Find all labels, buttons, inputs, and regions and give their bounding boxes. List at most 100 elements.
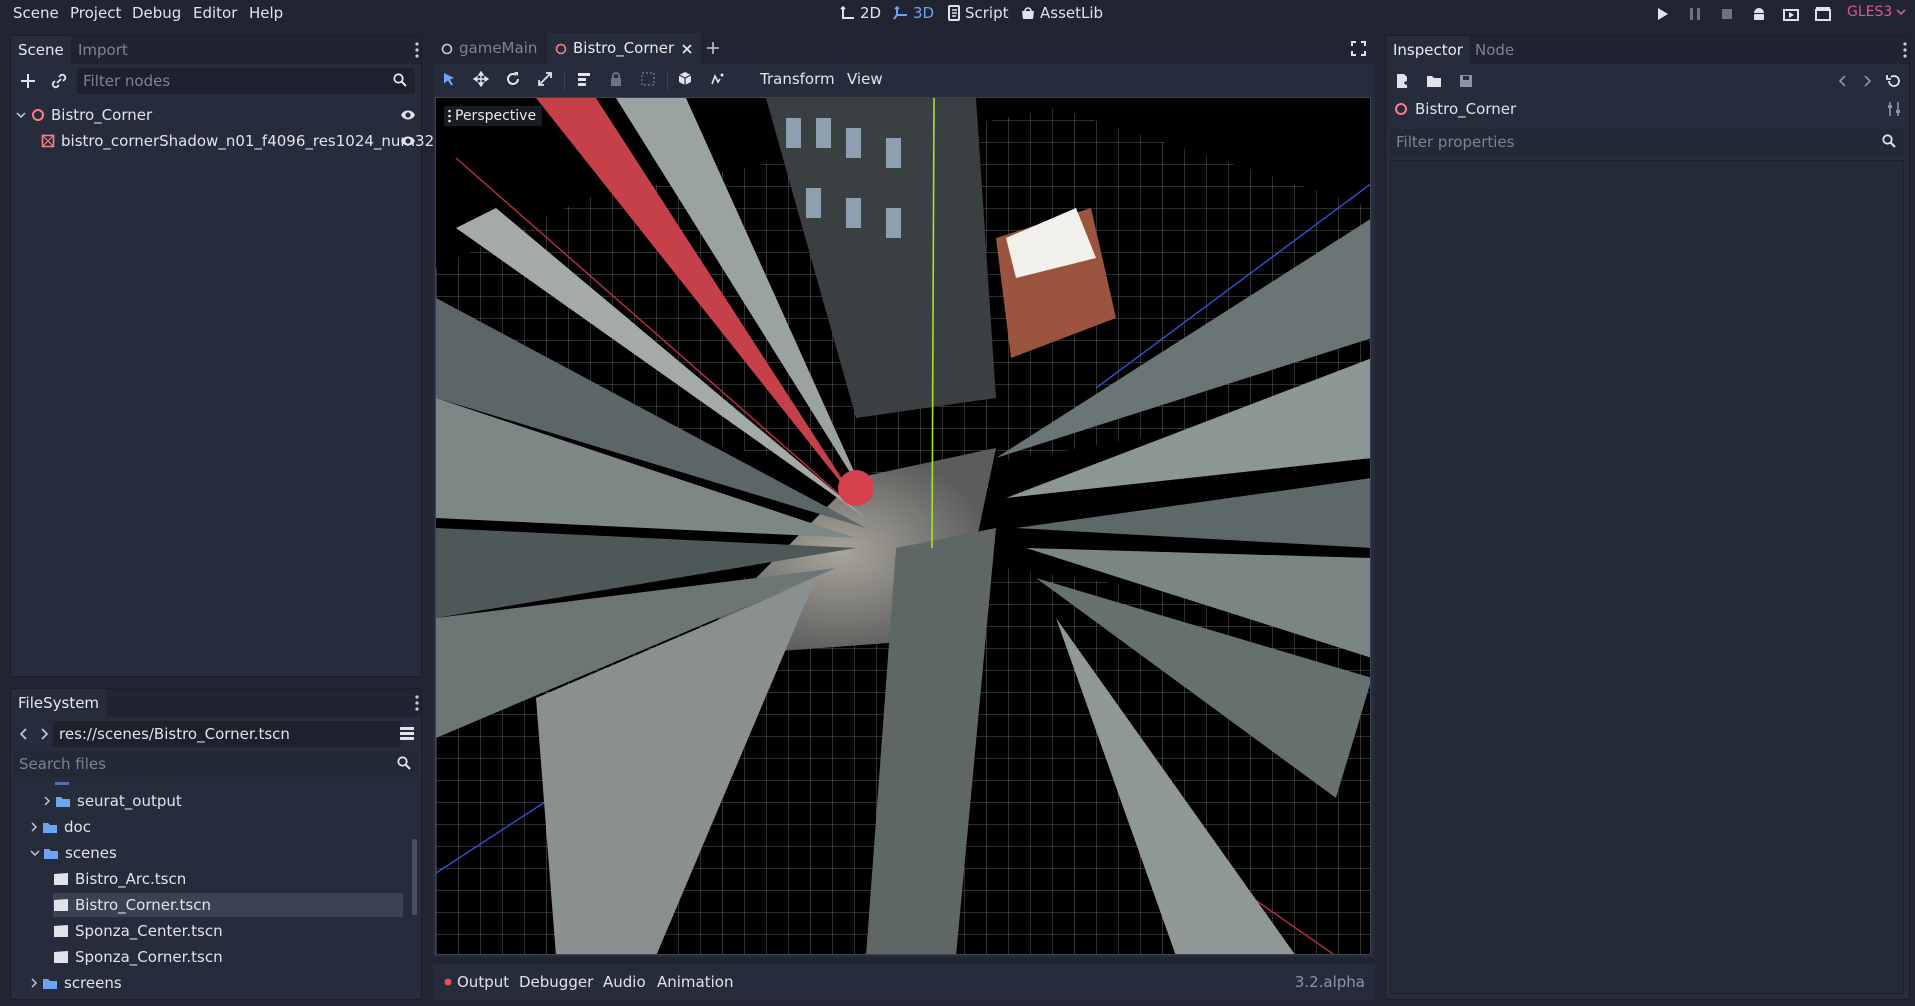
tab-import[interactable]: Import bbox=[71, 36, 135, 64]
file-tree-item[interactable]: doc bbox=[30, 815, 400, 839]
transform-menu[interactable]: Transform bbox=[760, 70, 835, 88]
play-icon[interactable] bbox=[1654, 6, 1670, 22]
3d-viewport[interactable]: Perspective bbox=[435, 97, 1371, 955]
menu-debug[interactable]: Debug bbox=[132, 4, 181, 22]
menu-project[interactable]: Project bbox=[70, 4, 121, 22]
debugger-tab[interactable]: Debugger bbox=[519, 973, 593, 991]
workspace-assetlib-button[interactable]: AssetLib bbox=[1020, 4, 1103, 22]
menu-editor[interactable]: Editor bbox=[193, 4, 237, 22]
tab-node[interactable]: Node bbox=[1468, 36, 1521, 64]
save-icon[interactable] bbox=[1458, 73, 1474, 89]
file-tree: seurat_output doc scenes Bistro_Arc.tscn… bbox=[11, 782, 411, 999]
search-files-input[interactable]: Search files bbox=[13, 751, 419, 777]
tab-scene[interactable]: Scene bbox=[11, 36, 71, 64]
open-folder-icon[interactable] bbox=[1426, 73, 1442, 89]
chevron-down-icon[interactable] bbox=[16, 111, 26, 119]
workspace-script-button[interactable]: Script bbox=[947, 4, 1009, 22]
play-scene-icon[interactable] bbox=[1783, 6, 1799, 22]
node-label: Bistro_Corner bbox=[51, 106, 153, 124]
history-forward-icon[interactable] bbox=[1862, 74, 1872, 88]
file-list-mode-icon[interactable] bbox=[399, 725, 415, 741]
play-custom-scene-icon[interactable] bbox=[1815, 6, 1831, 22]
scale-tool-icon[interactable] bbox=[537, 71, 557, 91]
history-back-icon[interactable] bbox=[1838, 74, 1848, 88]
object-properties-icon[interactable] bbox=[1886, 101, 1902, 117]
audio-tab[interactable]: Audio bbox=[603, 973, 646, 991]
file-tree-item-selected[interactable]: Bistro_Corner.tscn bbox=[53, 893, 403, 917]
forward-icon[interactable] bbox=[39, 727, 49, 741]
filter-nodes-input[interactable]: Filter nodes bbox=[77, 68, 415, 94]
tab-inspector[interactable]: Inspector bbox=[1386, 36, 1470, 64]
search-icon bbox=[397, 756, 411, 770]
back-icon[interactable] bbox=[19, 727, 29, 741]
perspective-menu[interactable]: Perspective bbox=[444, 106, 543, 126]
file-tree-item[interactable]: screens bbox=[30, 971, 400, 995]
fullscreen-icon[interactable] bbox=[1351, 41, 1366, 56]
file-tree-label: doc bbox=[64, 818, 91, 836]
search-icon bbox=[393, 73, 407, 87]
renderer-label: GLES3 bbox=[1847, 4, 1893, 20]
file-tree-scrollbar[interactable] bbox=[412, 839, 417, 915]
path-value: res://scenes/Bistro_Corner.tscn bbox=[59, 725, 290, 743]
path-field[interactable]: res://scenes/Bistro_Corner.tscn bbox=[53, 721, 401, 747]
filter-properties-placeholder: Filter properties bbox=[1396, 133, 1515, 151]
search-files-placeholder: Search files bbox=[19, 755, 106, 773]
tab-bistro-corner[interactable]: Bistro_Corner bbox=[547, 33, 701, 64]
menu-help[interactable]: Help bbox=[249, 4, 283, 22]
chevron-right-icon[interactable] bbox=[30, 822, 38, 832]
chevron-down-icon bbox=[1896, 8, 1906, 16]
tab-gamemain[interactable]: gameMain bbox=[433, 33, 545, 64]
tab-filesystem[interactable]: FileSystem bbox=[11, 689, 107, 717]
local-space-icon[interactable] bbox=[677, 71, 697, 91]
new-resource-icon[interactable] bbox=[1394, 73, 1410, 89]
chevron-down-icon[interactable] bbox=[30, 849, 40, 857]
output-tab[interactable]: Output bbox=[444, 973, 509, 991]
scene-render bbox=[436, 98, 1370, 954]
dock-menu-icon[interactable] bbox=[415, 695, 419, 711]
stop-icon[interactable] bbox=[1719, 6, 1735, 22]
filter-properties-input[interactable]: Filter properties bbox=[1390, 129, 1904, 155]
file-tree-item[interactable]: Bistro_Arc.tscn bbox=[53, 867, 403, 891]
chevron-right-icon[interactable] bbox=[43, 796, 51, 806]
close-icon[interactable] bbox=[681, 43, 693, 55]
visibility-icon[interactable] bbox=[400, 134, 416, 148]
history-icon[interactable] bbox=[1886, 73, 1902, 89]
tree-node-child[interactable]: bistro_cornerShadow_n01_f4096_res1024_nu… bbox=[41, 129, 434, 153]
file-tree-item[interactable]: Sponza_Center.tscn bbox=[53, 919, 403, 943]
workspace-3d-button[interactable]: 3D bbox=[893, 4, 934, 22]
scene-dock: Scene Import Filter nodes Bistro_Corner … bbox=[10, 35, 434, 677]
dock-menu-icon[interactable] bbox=[415, 42, 419, 58]
tree-node-root[interactable]: Bistro_Corner bbox=[16, 103, 416, 127]
file-tree-item[interactable]: scenes bbox=[30, 841, 400, 865]
filesystem-dock: FileSystem res://scenes/Bistro_Corner.ts… bbox=[10, 688, 422, 1000]
view-menu[interactable]: View bbox=[847, 70, 883, 88]
folder-icon bbox=[55, 782, 69, 785]
dock-menu-icon[interactable] bbox=[1903, 42, 1907, 58]
spatial-node-icon bbox=[555, 43, 567, 55]
workspace-2d-label: 2D bbox=[860, 4, 882, 22]
animation-tab[interactable]: Animation bbox=[657, 973, 733, 991]
rotate-tool-icon[interactable] bbox=[505, 71, 525, 91]
list-select-icon[interactable] bbox=[576, 71, 596, 91]
lock-icon[interactable] bbox=[608, 71, 628, 91]
workspace-2d-button[interactable]: 2D bbox=[840, 4, 881, 22]
file-tree-item[interactable]: Sponza_Corner.tscn bbox=[53, 945, 403, 969]
android-icon[interactable] bbox=[1751, 6, 1767, 22]
group-icon[interactable] bbox=[640, 71, 660, 91]
select-tool-icon[interactable] bbox=[441, 71, 461, 91]
file-tree-item[interactable]: seurat_output bbox=[43, 789, 403, 813]
instance-scene-icon[interactable] bbox=[49, 71, 69, 91]
snap-icon[interactable] bbox=[709, 71, 729, 91]
add-tab-icon[interactable] bbox=[706, 41, 720, 55]
pause-icon[interactable] bbox=[1687, 6, 1703, 22]
chevron-right-icon[interactable] bbox=[30, 978, 38, 988]
move-tool-icon[interactable] bbox=[473, 71, 493, 91]
menu-scene[interactable]: Scene bbox=[13, 4, 59, 22]
renderer-select[interactable]: GLES3 bbox=[1847, 4, 1906, 20]
visibility-icon[interactable] bbox=[400, 108, 416, 122]
error-dot-icon bbox=[444, 978, 452, 986]
2d-icon bbox=[840, 5, 854, 19]
mesh-instance-icon bbox=[41, 134, 55, 148]
add-node-icon[interactable] bbox=[18, 71, 38, 91]
file-tree-label: screens bbox=[64, 974, 122, 992]
